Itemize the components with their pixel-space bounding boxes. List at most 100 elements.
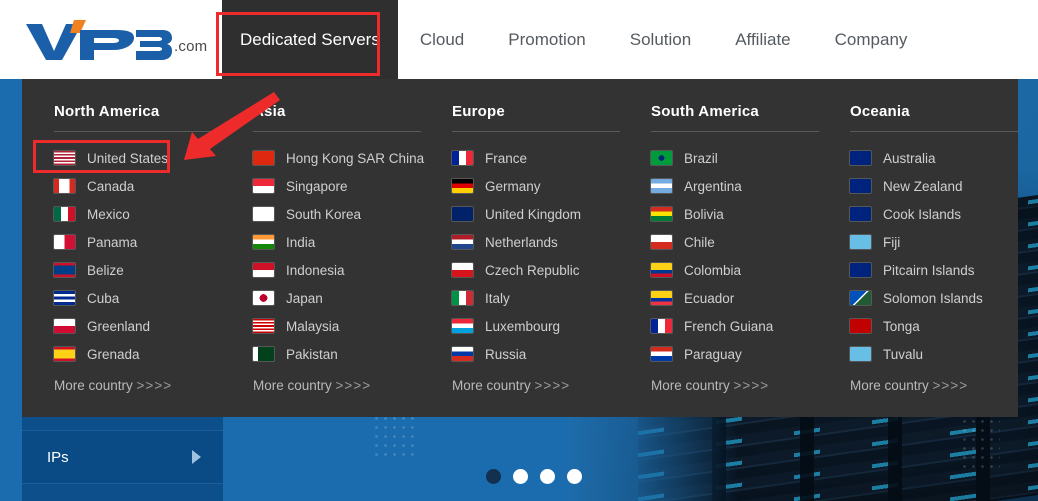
carousel-dot-4[interactable] — [567, 469, 582, 484]
nav-item-cloud[interactable]: Cloud — [398, 0, 486, 79]
flag-gl-icon — [54, 319, 75, 333]
country-link-russia[interactable]: Russia — [452, 340, 651, 368]
nav-item-company[interactable]: Company — [813, 0, 930, 79]
flag-gf-icon — [651, 319, 672, 333]
country-name: Singapore — [286, 178, 348, 194]
country-name: United Kingdom — [485, 206, 582, 222]
flag-bo-icon — [651, 207, 672, 221]
country-name: South Korea — [286, 206, 362, 222]
mega-menu-panel: North America United States Canada Mexico Pa… — [22, 79, 1018, 417]
chevron-right-icon: >>>> — [932, 378, 969, 393]
column-divider — [850, 131, 1018, 132]
flag-fr-icon — [452, 151, 473, 165]
country-name: Malaysia — [286, 318, 340, 334]
nav-item-affiliate[interactable]: Affiliate — [713, 0, 812, 79]
country-link-french-guiana[interactable]: French Guiana — [651, 312, 850, 340]
country-link-indonesia[interactable]: Indonesia — [253, 256, 452, 284]
country-link-chile[interactable]: Chile — [651, 228, 850, 256]
country-link-mexico[interactable]: Mexico — [54, 200, 253, 228]
flag-kr-icon — [253, 207, 274, 221]
left-blue-rail — [0, 79, 22, 417]
sidebar-item-ips[interactable]: IPs — [22, 430, 223, 484]
country-name: Argentina — [684, 178, 742, 194]
flag-tv-icon — [850, 347, 871, 361]
flag-to-icon — [850, 319, 871, 333]
site-logo[interactable]: .com — [22, 18, 207, 62]
country-link-brazil[interactable]: Brazil — [651, 144, 850, 172]
country-link-south-korea[interactable]: South Korea — [253, 200, 452, 228]
country-link-germany[interactable]: Germany — [452, 172, 651, 200]
country-link-india[interactable]: India — [253, 228, 452, 256]
more-country-link[interactable]: More country >>>> — [253, 378, 452, 393]
nav-item-solution[interactable]: Solution — [608, 0, 713, 79]
flag-gb-icon — [452, 207, 473, 221]
country-link-france[interactable]: France — [452, 144, 651, 172]
country-name: Russia — [485, 346, 527, 362]
region-column-south-america: South America Brazil Argentina Bolivia Chile… — [651, 103, 850, 393]
more-country-link[interactable]: More country >>>> — [850, 378, 1030, 393]
country-name: Solomon Islands — [883, 290, 983, 306]
flag-cu-icon — [54, 291, 75, 305]
country-name: Cuba — [87, 290, 120, 306]
country-link-luxembourg[interactable]: Luxembourg — [452, 312, 651, 340]
country-link-tonga[interactable]: Tonga — [850, 312, 1030, 340]
country-link-bolivia[interactable]: Bolivia — [651, 200, 850, 228]
country-link-solomon-islands[interactable]: Solomon Islands — [850, 284, 1030, 312]
country-link-singapore[interactable]: Singapore — [253, 172, 452, 200]
country-link-new-zealand[interactable]: New Zealand — [850, 172, 1030, 200]
more-country-link[interactable]: More country >>>> — [452, 378, 651, 393]
country-name: India — [286, 234, 316, 250]
country-link-hong-kong-sar-china[interactable]: Hong Kong SAR China — [253, 144, 452, 172]
region-column-title: South America — [651, 103, 759, 120]
country-link-grenada[interactable]: Grenada — [54, 340, 253, 368]
nav-item-dedicated-servers[interactable]: Dedicated Servers — [222, 0, 398, 79]
flag-br-icon — [651, 151, 672, 165]
flag-de-icon — [452, 179, 473, 193]
flag-co-icon — [651, 263, 672, 277]
column-divider — [253, 131, 421, 132]
flag-nz-icon — [850, 179, 871, 193]
country-link-belize[interactable]: Belize — [54, 256, 253, 284]
country-link-tuvalu[interactable]: Tuvalu — [850, 340, 1030, 368]
country-link-argentina[interactable]: Argentina — [651, 172, 850, 200]
flag-hk-icon — [253, 151, 274, 165]
region-column-title: Oceania — [850, 103, 910, 120]
carousel-dot-2[interactable] — [513, 469, 528, 484]
region-column-title: Asia — [253, 103, 286, 120]
country-link-japan[interactable]: Japan — [253, 284, 452, 312]
more-country-link[interactable]: More country >>>> — [54, 378, 253, 393]
country-link-malaysia[interactable]: Malaysia — [253, 312, 452, 340]
carousel-dot-1[interactable] — [486, 469, 501, 484]
carousel-dot-3[interactable] — [540, 469, 555, 484]
region-column-asia: Asia Hong Kong SAR China Singapore South Ko… — [253, 103, 452, 393]
country-link-united-kingdom[interactable]: United Kingdom — [452, 200, 651, 228]
carousel-pagination — [486, 469, 582, 484]
nav-item-promotion[interactable]: Promotion — [486, 0, 607, 79]
country-link-ecuador[interactable]: Ecuador — [651, 284, 850, 312]
flag-ec-icon — [651, 291, 672, 305]
country-name: Panama — [87, 234, 138, 250]
flag-jp-icon — [253, 291, 274, 305]
country-link-greenland[interactable]: Greenland — [54, 312, 253, 340]
more-country-link[interactable]: More country >>>> — [651, 378, 850, 393]
country-link-pakistan[interactable]: Pakistan — [253, 340, 452, 368]
flag-pa-icon — [54, 235, 75, 249]
country-link-netherlands[interactable]: Netherlands — [452, 228, 651, 256]
country-link-cuba[interactable]: Cuba — [54, 284, 253, 312]
country-link-united-states[interactable]: United States — [54, 144, 253, 172]
country-name: Pitcairn Islands — [883, 262, 975, 278]
country-link-australia[interactable]: Australia — [850, 144, 1030, 172]
country-link-pitcairn-islands[interactable]: Pitcairn Islands — [850, 256, 1030, 284]
country-link-panama[interactable]: Panama — [54, 228, 253, 256]
country-name: Netherlands — [485, 234, 558, 250]
country-link-cook-islands[interactable]: Cook Islands — [850, 200, 1030, 228]
country-link-paraguay[interactable]: Paraguay — [651, 340, 850, 368]
country-name: Italy — [485, 290, 510, 306]
country-link-fiji[interactable]: Fiji — [850, 228, 1030, 256]
country-link-italy[interactable]: Italy — [452, 284, 651, 312]
country-name: Tonga — [883, 318, 920, 334]
country-link-czech-republic[interactable]: Czech Republic — [452, 256, 651, 284]
country-link-canada[interactable]: Canada — [54, 172, 253, 200]
flag-fj-icon — [850, 235, 871, 249]
country-link-colombia[interactable]: Colombia — [651, 256, 850, 284]
